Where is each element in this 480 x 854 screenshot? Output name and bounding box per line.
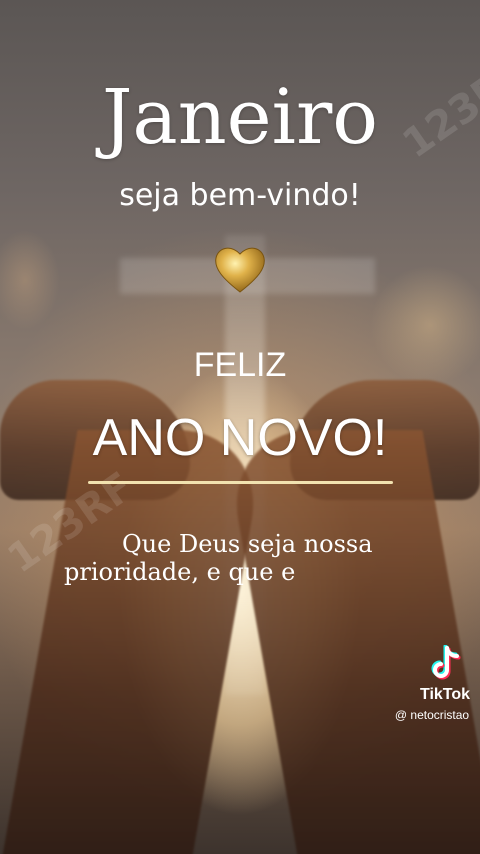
- message-line-2: prioridade, e que e: [64, 558, 296, 586]
- greeting-large: ANO NOVO!: [92, 409, 388, 467]
- video-frame[interactable]: 123RF 123RF Janeiro seja bem-vindo! FELI…: [0, 0, 480, 854]
- dove-left: [0, 230, 60, 330]
- divider: [88, 481, 393, 484]
- tiktok-brand: TikTok: [419, 686, 471, 703]
- message-line-1: Que Deus seja nossa: [122, 530, 373, 558]
- greeting-small: FELIZ: [193, 346, 287, 384]
- gold-heart-icon: [215, 247, 265, 293]
- tiktok-username[interactable]: @ netocristao: [384, 708, 480, 722]
- tiktok-note-icon[interactable]: [428, 645, 462, 683]
- message-text: Que Deus seja nossa prioridade, e que e: [64, 530, 394, 586]
- subtitle: seja bem-vindo!: [119, 178, 361, 213]
- title: Janeiro: [101, 72, 379, 161]
